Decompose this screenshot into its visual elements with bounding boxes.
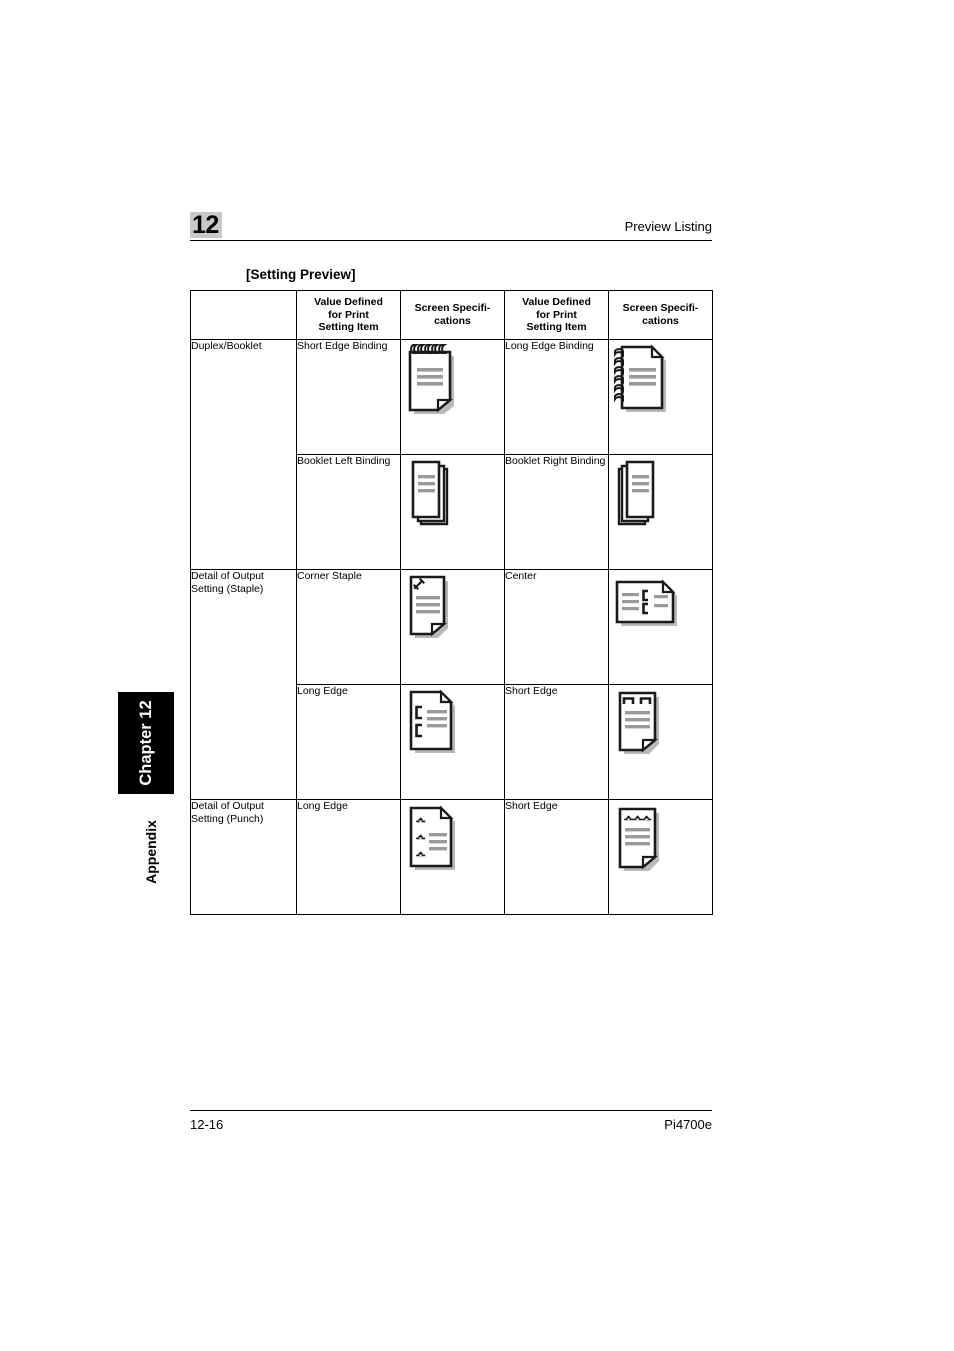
value-cell-corner-staple: Corner Staple [296,568,401,685]
header-line: Screen Specifi- [414,302,491,315]
page-header: 12 Preview Listing [190,212,712,242]
page-spiral-left-icon [609,340,675,418]
appendix-label-text: Appendix [143,820,159,884]
value-cell-booklet-left-binding: Booklet Left Binding [296,453,401,570]
table-row: Detail of Output Setting (Staple) Corner… [190,568,713,800]
header-cell-screen-spec-2: Screen Specifi- cations [608,290,713,340]
icon-cell-booklet-right-binding [608,453,713,570]
value-cell-punch-long-edge: Long Edge [296,798,401,915]
category-label: Setting (Staple) [191,582,264,595]
header-cell-category [190,290,297,340]
category-label: Detail of Output [191,799,264,812]
category-label: Duplex/Booklet [191,339,262,352]
table-row: Detail of Output Setting (Punch) Long Ed… [190,798,713,915]
value-cell-booklet-right-binding: Booklet Right Binding [504,453,609,570]
header-line: Setting Item [318,321,379,333]
icon-cell-booklet-left-binding [400,453,505,570]
header-line: cations [434,314,471,327]
footer-divider [190,1110,712,1111]
table-body: Duplex/Booklet Short Edge Binding Long E… [190,338,713,915]
header-line: cations [642,314,679,327]
category-label: Setting (Punch) [191,812,264,825]
value-cell-center: Center [504,568,609,685]
center-staple-icon [609,570,687,636]
setting-preview-table: Value Defined for Print Setting Item Scr… [190,290,713,915]
long-edge-punch-icon [401,800,459,878]
header-line: for Print [328,308,369,321]
chapter-margin-tab: Chapter 12 [118,692,174,794]
header-cell-screen-spec-1: Screen Specifi- cations [400,290,505,340]
category-cell-staple: Detail of Output Setting (Staple) [190,568,297,800]
header-line: Value Defined [522,296,591,308]
category-label: Detail of Output [191,569,264,582]
table-header: Value Defined for Print Setting Item Scr… [190,290,713,340]
table-row: Duplex/Booklet Short Edge Binding Long E… [190,338,713,570]
value-cell-staple-long-edge: Long Edge [296,683,401,800]
icon-cell-corner-staple [400,568,505,685]
icon-cell-long-edge-staple [400,683,505,800]
header-cell-value-defined-2: Value Defined for Print Setting Item [504,290,609,340]
chapter-number-badge: 12 [190,212,222,238]
section-title: [Setting Preview] [246,267,356,282]
page-spiral-top-icon [401,340,463,418]
icon-cell-short-edge-binding [400,338,505,455]
value-cell-short-edge-binding: Short Edge Binding [296,338,401,455]
long-edge-staple-icon [401,685,459,761]
appendix-margin-label: Appendix [141,812,161,892]
value-cell-punch-short-edge: Short Edge [504,798,609,915]
header-line: Setting Item [526,321,587,333]
header-title: Preview Listing [624,219,712,234]
icon-cell-short-edge-punch [608,798,713,915]
icon-cell-long-edge-punch [400,798,505,915]
value-cell-staple-short-edge: Short Edge [504,683,609,800]
category-cell-duplex-booklet: Duplex/Booklet [190,338,297,570]
value-cell-long-edge-binding: Long Edge Binding [504,338,609,455]
header-cell-value-defined-1: Value Defined for Print Setting Item [296,290,401,340]
short-edge-staple-icon [609,685,669,763]
table-header-row: Value Defined for Print Setting Item Scr… [190,290,713,340]
icon-cell-center-staple [608,568,713,685]
header-line: Screen Specifi- [622,302,699,315]
corner-staple-icon [401,570,459,646]
header-line: for Print [536,308,577,321]
booklet-left-binding-icon [401,455,459,533]
chapter-tab-label: Chapter 12 [137,700,155,786]
icon-cell-short-edge-staple [608,683,713,800]
category-cell-punch: Detail of Output Setting (Punch) [190,798,297,915]
footer-model-name: Pi4700e [664,1117,712,1132]
header-line: Value Defined [314,296,383,308]
header-divider [190,240,712,241]
icon-cell-long-edge-binding [608,338,713,455]
short-edge-punch-icon [609,800,669,880]
booklet-right-binding-icon [609,455,667,533]
